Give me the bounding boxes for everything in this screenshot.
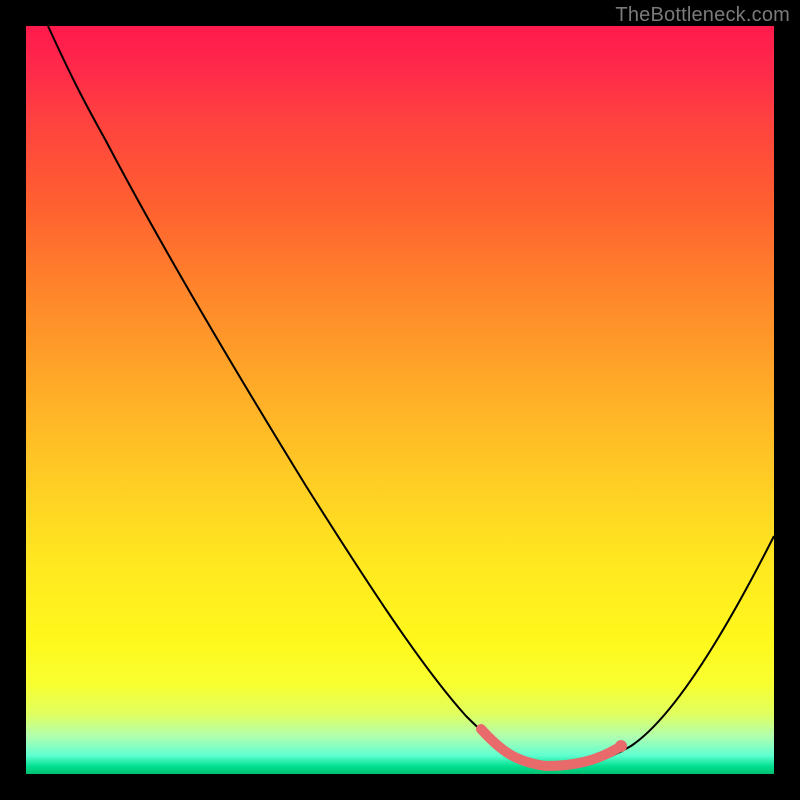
chart-frame xyxy=(26,26,774,774)
watermark-text: TheBottleneck.com xyxy=(615,4,790,27)
bottleneck-curve xyxy=(48,26,774,766)
optimal-range-marker xyxy=(481,729,618,766)
bottleneck-curve-svg xyxy=(26,26,774,774)
marker-dot-right xyxy=(615,740,627,752)
